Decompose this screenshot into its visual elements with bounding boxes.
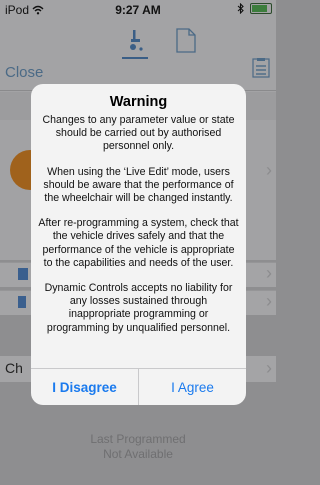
list-icon[interactable]: [252, 58, 270, 78]
background-row-label: Ch: [5, 360, 23, 376]
disagree-button[interactable]: I Disagree: [31, 369, 138, 405]
navigation-bar: Close: [0, 20, 276, 92]
bluetooth-icon: [237, 3, 244, 14]
chevron-right-icon: ›: [266, 160, 272, 180]
agree-button[interactable]: I Agree: [139, 369, 246, 405]
battery-icon: [250, 3, 272, 14]
last-programmed-label: Last Programmed: [90, 432, 186, 446]
background-row-icon: [18, 296, 26, 308]
close-button[interactable]: Close: [5, 64, 43, 81]
status-bar: iPod 9:27 AM: [0, 0, 276, 20]
background-row-icon: [18, 268, 28, 280]
chevron-right-icon: ›: [266, 263, 272, 283]
warning-alert: Warning Changes to any parameter value o…: [31, 84, 246, 405]
alert-message: Changes to any parameter value or state …: [38, 114, 239, 347]
alert-title: Warning: [109, 94, 168, 110]
chevron-right-icon: ›: [266, 291, 272, 311]
status-right-group: [237, 3, 272, 14]
alert-paragraph: Changes to any parameter value or state …: [42, 114, 235, 153]
wheelchair-icon[interactable]: [122, 28, 148, 54]
alert-paragraph: After re-programming a system, check tha…: [38, 217, 239, 269]
selected-tab-indicator: [122, 57, 148, 59]
alert-paragraph: When using the ‘Live Edit’ mode, users s…: [43, 165, 234, 205]
status-time: 9:27 AM: [115, 3, 161, 17]
last-programmed-value: Not Available: [103, 447, 173, 461]
document-icon[interactable]: [176, 28, 196, 53]
alert-paragraph: Dynamic Controls accepts no liability fo…: [44, 282, 233, 334]
alert-actions: I Disagree I Agree: [31, 368, 246, 405]
chevron-right-icon: ›: [266, 358, 272, 378]
last-programmed-info: Last Programmed Not Available: [0, 432, 276, 462]
